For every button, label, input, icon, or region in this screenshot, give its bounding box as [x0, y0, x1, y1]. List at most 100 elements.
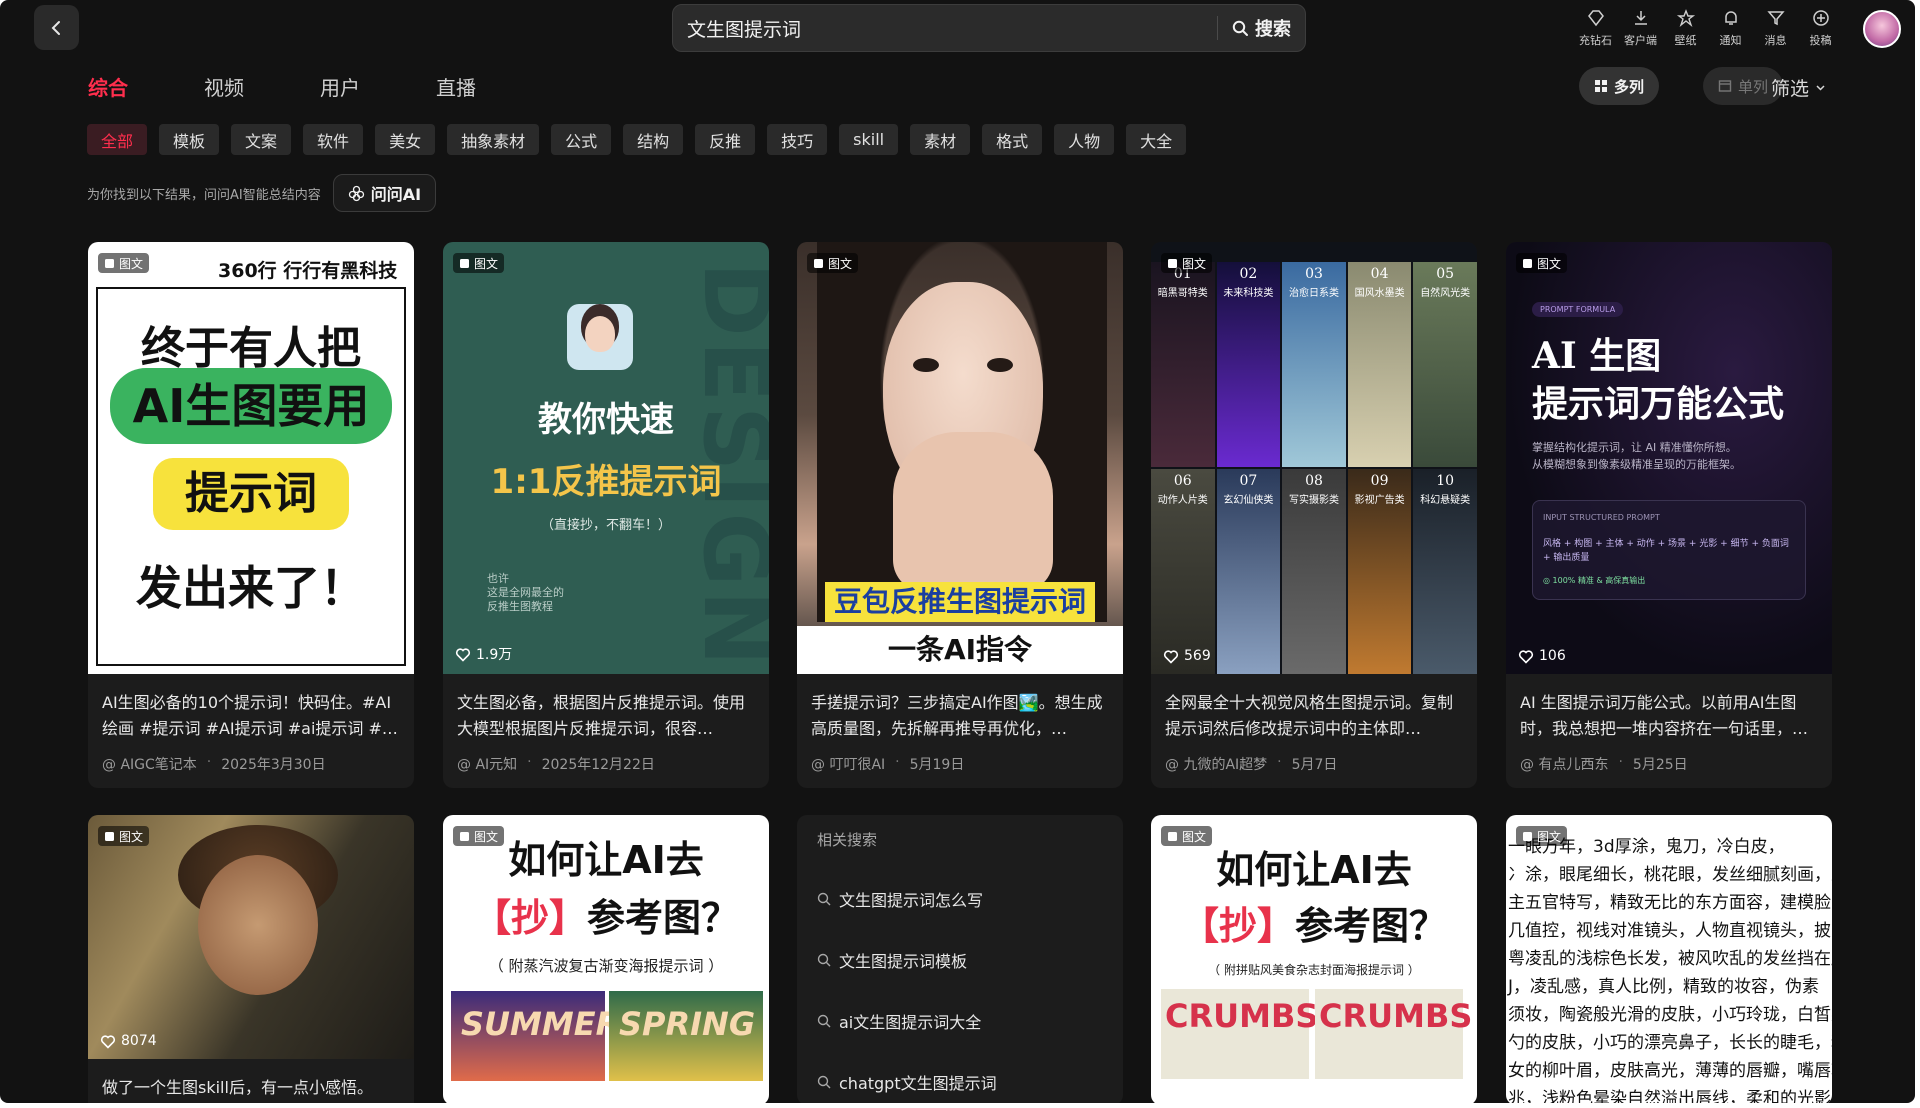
cover-headline-2: 【抄】参考图？ [1151, 895, 1477, 950]
chip-all[interactable]: 全部 [87, 124, 148, 155]
chip-beauty[interactable]: 美女 [375, 124, 436, 155]
chip-format[interactable]: 格式 [982, 124, 1043, 155]
like-count[interactable]: 569 [1163, 648, 1211, 664]
chip-tips[interactable]: 技巧 [767, 124, 828, 155]
view-multi-button[interactable]: 多列 [1579, 67, 1660, 105]
card-cover: 图文 如何让AI去 【抄】参考图？ （ 附拼贴风美食杂志封面海报提示词 ） CR… [1151, 815, 1477, 1103]
card-author[interactable]: @ 叮叮很AI [811, 754, 885, 774]
card-author[interactable]: @ 九微的AI超梦 [1165, 754, 1267, 774]
chip-software[interactable]: 软件 [303, 124, 364, 155]
ask-ai-button[interactable]: 问问AI [332, 174, 437, 212]
search-bar: 搜索 [672, 4, 1306, 52]
meta-dot: · [1277, 754, 1282, 770]
prompt-line: 须妆，陶瓷般光滑的皮肤，小巧玲珑，白皙柔 [1508, 1005, 1832, 1025]
style-cell-label: 影视广告类 [1354, 495, 1405, 506]
ai-summary-bar: 为你找到以下结果，问问AI智能总结内容 问问AI [87, 174, 437, 212]
result-card-3[interactable]: 图文 豆包反推生图提示词 一条AI指令 手搓提示词？三步搞定AI作图🏞️。想生成… [797, 242, 1123, 788]
badge-label: 图文 [1537, 829, 1562, 844]
style-cell: 06 动作人片类 [1151, 469, 1215, 674]
result-card-7[interactable]: 图文 如何让AI去 【抄】参考图？ （ 附蒸汽波复古渐变海报提示词 ） SUMM… [443, 815, 769, 1103]
chip-formula[interactable]: 公式 [551, 124, 612, 155]
cover-photo-hand [893, 432, 1053, 592]
like-count[interactable]: 106 [1518, 648, 1566, 664]
chip-abstract[interactable]: 抽象素材 [447, 124, 540, 155]
card-author[interactable]: @ AI元知 [457, 754, 517, 774]
top-action-post[interactable]: 投稿 [1805, 8, 1836, 48]
chip-character[interactable]: 人物 [1054, 124, 1115, 155]
result-card-9[interactable]: 图文 一眼万年，3d厚涂，鬼刀，冷白皮， 冫涂，眼尾细长，桃花眼，发丝细腻刻画，立… [1506, 815, 1832, 1103]
related-item[interactable]: ai文生图提示词大全 [817, 990, 1103, 1051]
back-button[interactable] [34, 5, 79, 50]
filter-button[interactable]: 筛选 [1771, 74, 1826, 101]
top-action-client[interactable]: 客户端 [1624, 8, 1657, 48]
chip-skill[interactable]: skill [839, 124, 899, 155]
result-card-8[interactable]: 图文 如何让AI去 【抄】参考图？ （ 附拼贴风美食杂志封面海报提示词 ） CR… [1151, 815, 1477, 1103]
cover-photo-face [198, 855, 318, 995]
result-card-6[interactable]: 图文 8074 做了一个生图skill后，有一点小感悟。 [88, 815, 414, 1103]
card-meta: @ AI元知 · 2025年12月22日 [443, 744, 769, 788]
search-input[interactable] [673, 5, 1217, 51]
style-cell: 04 国风水墨类 [1347, 262, 1412, 467]
top-action-label: 消息 [1764, 34, 1787, 47]
cover-brand: 360行 行行有黑科技 [218, 260, 398, 282]
user-avatar[interactable] [1863, 10, 1901, 48]
top-action-message[interactable]: 消息 [1760, 8, 1791, 48]
result-card-2[interactable]: 图文 DESIGN 教你快速 1:1反推提示词 （直接抄，不翻车！） 也许 这是… [443, 242, 769, 788]
card-cover: 图文 一眼万年，3d厚涂，鬼刀，冷白皮， 冫涂，眼尾细长，桃花眼，发丝细腻刻画，立… [1506, 815, 1832, 1103]
image-text-badge: 图文 [453, 253, 505, 273]
related-item[interactable]: 文生图提示词怎么写 [817, 868, 1103, 929]
style-cell-number: 05 [1436, 266, 1455, 282]
top-actions: 充钻石 客户端 壁纸 通知 消息 投稿 [1579, 8, 1836, 48]
top-action-wallpaper[interactable]: 壁纸 [1670, 8, 1701, 48]
tab-video[interactable]: 视频 [204, 72, 244, 101]
cover-caption: 一条AI指令 [797, 626, 1123, 674]
chip-collection[interactable]: 大全 [1126, 124, 1187, 155]
tab-user[interactable]: 用户 [320, 72, 360, 101]
result-card-5[interactable]: 图文 PROMPT FORMULA AI 生图 提示词万能公式 掌握结构化提示词… [1506, 242, 1832, 788]
cover-line: 提示词 [153, 458, 349, 530]
meta-dot: · [895, 754, 900, 770]
cover-note: 也许 这是全网最全的 反推生图教程 [487, 572, 564, 613]
card-title: AI 生图提示词万能公式。以前用AI生图时，我总想把一堆内容挤在一句话里，… [1520, 693, 1809, 738]
related-item[interactable]: chatgpt文生图提示词 [817, 1051, 1103, 1103]
top-action-diamond[interactable]: 充钻石 [1579, 8, 1612, 48]
cover-subtitle: （ 附拼贴风美食杂志封面海报提示词 ） [1208, 963, 1420, 977]
badge-label: 图文 [474, 256, 499, 271]
heart-icon [455, 647, 471, 662]
heart-icon [1163, 649, 1179, 664]
top-action-notify[interactable]: 通知 [1715, 8, 1746, 48]
style-cell-label: 治愈日系类 [1288, 288, 1339, 299]
prompt-line: 勺的皮肤，小巧的漂亮鼻子，长长的睫毛，精 [1508, 1033, 1832, 1053]
chip-copywriting[interactable]: 文案 [231, 124, 292, 155]
search-button[interactable]: 搜索 [1218, 5, 1305, 51]
chip-reverse[interactable]: 反推 [695, 124, 756, 155]
result-card-1[interactable]: 图文 360行 行行有黑科技 终于有人把 AI生图要用 提示词 发出来了！ AI… [88, 242, 414, 788]
style-cell-number: 08 [1305, 473, 1323, 489]
tab-all[interactable]: 综合 [88, 72, 128, 101]
related-item[interactable]: 文生图提示词模板 [817, 929, 1103, 990]
like-count[interactable]: 1.9万 [455, 644, 512, 664]
card-meta: @ 叮叮很AI · 5月19日 [797, 744, 1123, 788]
chip-material[interactable]: 素材 [910, 124, 971, 155]
result-card-4[interactable]: 图文 01 暗黑哥特类 02 未来科技类 03 治愈日系类 04 国风水墨类 05 自然风光类 06… [1151, 242, 1477, 788]
style-cell: 09 影视广告类 [1347, 469, 1412, 674]
cover-poster: CRUMBS [1315, 989, 1472, 1079]
cover-pill: PROMPT FORMULA [1532, 302, 1624, 317]
image-text-icon [105, 258, 114, 268]
card-author[interactable]: @ AIGC笔记本 [102, 754, 197, 774]
ai-summary-text: 为你找到以下结果，问问AI智能总结内容 [87, 187, 321, 203]
tab-live[interactable]: 直播 [436, 72, 476, 101]
chip-structure[interactable]: 结构 [623, 124, 684, 155]
cover-poster: SPRING [609, 991, 763, 1081]
card-cover: 图文 01 暗黑哥特类 02 未来科技类 03 治愈日系类 04 国风水墨类 05 自然风光类 06… [1151, 242, 1477, 674]
prompt-line: 兆，浅粉色晕染自然溢出唇线，柔和的光影呈 [1508, 1089, 1832, 1103]
card-author[interactable]: @ 有点儿西东 [1520, 754, 1608, 774]
like-count[interactable]: 8074 [100, 1033, 157, 1049]
search-icon [1232, 20, 1248, 36]
image-text-icon [814, 258, 823, 268]
search-icon [817, 1075, 831, 1088]
card-date: 5月19日 [909, 757, 965, 773]
cover-line: （直接抄，不翻车！） [540, 518, 671, 533]
chip-template[interactable]: 模板 [159, 124, 220, 155]
card-title: 全网最全十大视觉风格生图提示词。复制提示词然后修改提示词中的主体即… [1165, 693, 1454, 738]
